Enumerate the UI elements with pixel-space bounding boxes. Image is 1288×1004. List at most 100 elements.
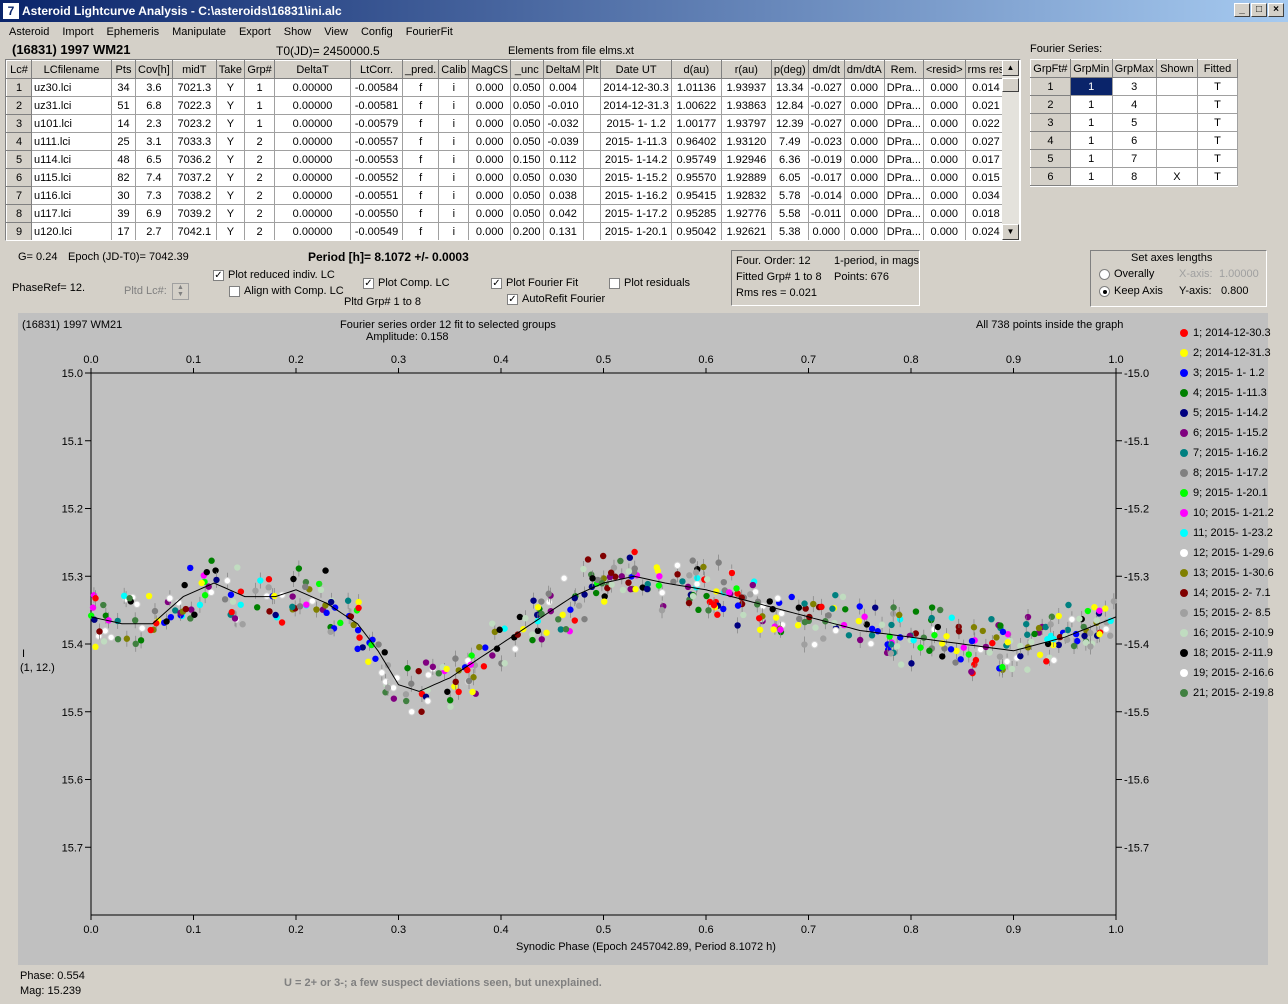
table-cell[interactable]: u120.lci — [31, 222, 112, 240]
table-cell[interactable] — [1155, 77, 1199, 96]
table-cell[interactable] — [582, 150, 602, 169]
table-cell[interactable] — [582, 96, 602, 115]
table-scrollbar[interactable]: ▲ ▼ — [1002, 60, 1019, 240]
table-cell[interactable]: 7 — [1111, 149, 1157, 168]
table-cell[interactable]: 51 — [111, 96, 136, 115]
pltd-lc-spinner[interactable]: ▲ ▼ — [172, 283, 189, 300]
column-header[interactable]: Calib — [438, 60, 470, 79]
column-header[interactable]: <resid> — [922, 60, 966, 79]
table-cell[interactable]: -0.027 — [807, 78, 845, 97]
table-cell[interactable]: 0.000 — [843, 222, 885, 240]
table-cell[interactable]: u115.lci — [31, 168, 112, 187]
table-cell[interactable]: 2.3 — [135, 114, 173, 133]
table-cell[interactable]: -0.00581 — [350, 96, 404, 115]
table-cell[interactable]: 1 — [1069, 167, 1113, 186]
table-cell[interactable]: 6.05 — [770, 168, 809, 187]
table-cell[interactable]: 0.000 — [922, 186, 966, 205]
table-cell[interactable]: i — [438, 168, 470, 187]
table-cell[interactable]: 0.050 — [510, 78, 544, 97]
table-row[interactable]: 2 uz31.lci 51 6.8 7022.3 Y 1 0.00000 -0.00581 f i 0… — [6, 96, 1008, 115]
table-cell[interactable]: 0.00000 — [274, 78, 352, 97]
table-row[interactable]: 315 T — [1030, 113, 1238, 132]
table-cell[interactable]: 0.000 — [468, 78, 512, 97]
table-cell[interactable]: 1 — [1069, 149, 1113, 168]
menu-ephemeris[interactable]: Ephemeris — [107, 26, 160, 38]
table-cell[interactable]: i — [438, 150, 470, 169]
table-cell[interactable]: 2015- 1-17.2 — [600, 204, 672, 223]
table-cell[interactable]: 0.000 — [468, 132, 512, 151]
table-cell[interactable]: 1 — [244, 114, 276, 133]
table-cell[interactable]: DPra... — [883, 168, 924, 187]
column-header[interactable]: Shown — [1155, 59, 1199, 78]
table-cell[interactable]: 1.92889 — [720, 168, 772, 187]
table-cell[interactable]: f — [402, 204, 440, 223]
table-cell[interactable]: 0.014 — [964, 78, 1008, 97]
overall-radio[interactable]: Overally — [1099, 268, 1154, 280]
table-cell[interactable]: 2015- 1- 1.2 — [600, 114, 672, 133]
column-header[interactable]: p(deg) — [770, 60, 809, 79]
table-cell[interactable]: 0.000 — [468, 150, 512, 169]
column-header[interactable]: Date UT — [600, 60, 672, 79]
table-cell[interactable]: DPra... — [883, 222, 924, 240]
table-cell[interactable]: 0.000 — [922, 132, 966, 151]
column-header[interactable]: Fitted — [1197, 59, 1238, 78]
table-cell[interactable] — [1155, 131, 1199, 150]
table-cell[interactable]: 2 — [6, 96, 32, 115]
table-cell[interactable]: 4 — [6, 132, 32, 151]
table-cell[interactable]: i — [438, 78, 470, 97]
column-header[interactable]: MagCS — [468, 60, 512, 79]
table-cell[interactable]: -0.00553 — [350, 150, 404, 169]
column-header[interactable]: DeltaT — [274, 60, 352, 79]
table-cell[interactable]: uz30.lci — [31, 78, 112, 97]
table-cell[interactable]: 6.5 — [135, 150, 173, 169]
table-cell[interactable]: u114.lci — [31, 150, 112, 169]
scroll-thumb[interactable] — [1002, 78, 1019, 92]
menu-export[interactable]: Export — [239, 26, 271, 38]
table-cell[interactable]: 0.021 — [964, 96, 1008, 115]
table-cell[interactable]: f — [402, 114, 440, 133]
table-row[interactable]: 214 T — [1030, 95, 1238, 114]
table-cell[interactable]: 39 — [111, 204, 136, 223]
table-cell[interactable]: 0.022 — [964, 114, 1008, 133]
menu-import[interactable]: Import — [62, 26, 93, 38]
table-cell[interactable]: 0.000 — [922, 114, 966, 133]
table-cell[interactable]: 7023.2 — [171, 114, 217, 133]
table-cell[interactable]: f — [402, 132, 440, 151]
table-cell[interactable]: 0.024 — [964, 222, 1008, 240]
table-cell[interactable]: 7.4 — [135, 168, 173, 187]
table-row[interactable]: 7 u116.lci 30 7.3 7038.2 Y 2 0.00000 -0.00551 f i 0… — [6, 186, 1008, 205]
table-cell[interactable]: 7 — [6, 186, 32, 205]
table-cell[interactable]: 34 — [111, 78, 136, 97]
column-header[interactable]: Lc# — [6, 60, 32, 79]
table-cell[interactable]: 0.00000 — [274, 186, 352, 205]
table-cell[interactable]: DPra... — [883, 132, 924, 151]
table-cell[interactable]: -0.011 — [807, 204, 845, 223]
table-cell[interactable]: i — [438, 96, 470, 115]
table-cell[interactable]: 3.6 — [135, 78, 173, 97]
table-cell[interactable] — [582, 222, 602, 240]
table-cell[interactable]: 0.000 — [922, 168, 966, 187]
table-cell[interactable]: 7042.1 — [171, 222, 217, 240]
column-header[interactable]: _unc — [510, 60, 544, 79]
table-row[interactable]: 113T — [1030, 77, 1238, 96]
table-cell[interactable]: 0.000 — [843, 78, 885, 97]
column-header[interactable]: _pred. — [402, 60, 440, 79]
table-cell[interactable]: 2015- 1-16.2 — [600, 186, 672, 205]
table-cell[interactable]: 0.000 — [807, 222, 845, 240]
table-cell[interactable]: 1 — [1069, 113, 1113, 132]
table-cell[interactable]: 17 — [111, 222, 136, 240]
table-cell[interactable]: 0.050 — [510, 204, 544, 223]
table-cell[interactable]: 0.000 — [468, 168, 512, 187]
menu-config[interactable]: Config — [361, 26, 393, 38]
table-cell[interactable]: 1.93797 — [720, 114, 772, 133]
column-header[interactable]: GrpMin — [1069, 59, 1113, 78]
table-cell[interactable] — [1155, 113, 1199, 132]
table-cell[interactable]: 1.92832 — [720, 186, 772, 205]
table-cell[interactable]: 0.95285 — [670, 204, 722, 223]
table-cell[interactable]: 2014-12-30.3 — [600, 78, 672, 97]
table-cell[interactable]: Y — [215, 150, 246, 169]
column-header[interactable]: Cov[h] — [135, 60, 173, 79]
table-cell[interactable] — [582, 168, 602, 187]
table-cell[interactable]: 7022.3 — [171, 96, 217, 115]
table-cell[interactable]: 0.000 — [922, 204, 966, 223]
